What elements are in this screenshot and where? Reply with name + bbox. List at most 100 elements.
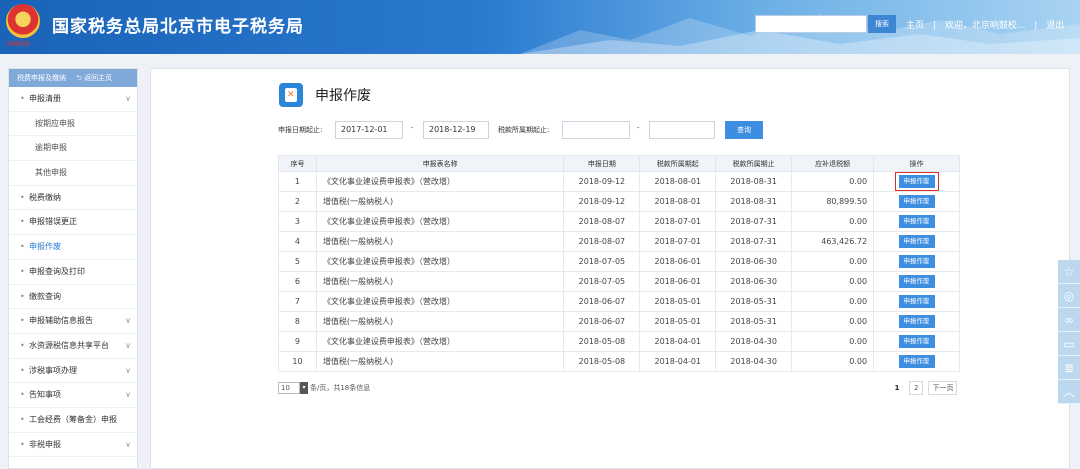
cell-index: 1 [278, 171, 317, 192]
cell-declare-date: 2018-09-12 [563, 171, 641, 192]
bullet-icon: • [20, 242, 25, 252]
period-to-input[interactable] [649, 121, 715, 139]
period-range-label: 税款所属期起止: [498, 126, 550, 134]
chevron-down-icon: ∨ [125, 439, 131, 449]
search-input[interactable] [755, 15, 867, 33]
col-header-amount: 应补退税额 [791, 155, 875, 172]
main-panel: ✕ 申报作废 申报日期起止: 2017-12-01 - 2018-12-19 税… [150, 68, 1070, 469]
cell-form-name: 增值税(一般纳税人) [315, 191, 565, 212]
page-size-control: 10 ▾ 条/页，共18条信息 [278, 382, 370, 394]
sidebar-item-label: 涉税事项办理 [29, 365, 77, 375]
cell-form-name: 《文化事业建设费申报表》（营改增） [315, 211, 565, 232]
bullet-icon: • [20, 192, 25, 202]
void-button[interactable]: 申报作废 [898, 255, 935, 268]
query-button[interactable]: 查询 [725, 121, 763, 139]
cell-index: 8 [278, 311, 317, 332]
sidebar-item-other-declaration[interactable]: 其他申报 [9, 161, 137, 186]
link-icon[interactable]: ∞ [1058, 308, 1080, 332]
document-icon[interactable]: ≣ [1058, 356, 1080, 380]
cell-period-start: 2018-04-01 [639, 351, 717, 372]
cell-index: 7 [278, 291, 317, 312]
void-button[interactable]: 申报作废 [898, 215, 935, 228]
range-dash: - [637, 124, 640, 132]
emblem-caption: 中国税务 [6, 41, 31, 48]
sidebar-item-union-fee[interactable]: • 工会经费（筹备金）申报 [9, 408, 137, 433]
range-dash: - [411, 124, 414, 132]
pager-summary: 条/页，共18条信息 [310, 384, 371, 392]
cell-period-start: 2018-04-01 [639, 331, 717, 352]
sidebar-item-declaration-void[interactable]: • 申报作废 [9, 235, 137, 260]
table-row: 10 增值税(一般纳税人) 2018-05-08 2018-04-01 2018… [278, 351, 960, 372]
star-icon[interactable]: ☆ [1058, 260, 1080, 284]
table-row: 6 增值税(一般纳税人) 2018-07-05 2018-06-01 2018-… [278, 271, 960, 292]
bullet-icon: • [20, 266, 25, 276]
cell-amount: 0.00 [791, 171, 875, 192]
cell-period-end: 2018-05-31 [715, 311, 793, 332]
bullet-icon: • [20, 94, 25, 103]
cell-period-start: 2018-08-01 [639, 171, 717, 192]
period-from-input[interactable] [562, 121, 630, 139]
cell-form-name: 增值税(一般纳税人) [315, 231, 565, 252]
table-row: 8 增值税(一般纳税人) 2018-06-07 2018-05-01 2018-… [278, 311, 960, 332]
void-button[interactable]: 申报作废 [898, 275, 935, 288]
back-home-link[interactable]: ⮌ 返回主页 [76, 74, 112, 82]
cell-declare-date: 2018-07-05 [563, 271, 641, 292]
cell-index: 9 [278, 331, 317, 352]
sidebar-item-tax-payment[interactable]: • 税费缴纳 [9, 186, 137, 211]
chevron-down-icon: ∨ [125, 94, 131, 103]
site-header: 中国税务 国家税务总局北京市电子税务局 搜索 主页 | 欢迎，北京响鼓校... … [0, 0, 1080, 54]
sidebar-item-query-print[interactable]: • 申报查询及打印 [9, 260, 137, 285]
sidebar-item-due-declaration[interactable]: 按期应申报 [9, 112, 137, 137]
dropdown-arrow-icon[interactable]: ▾ [300, 382, 308, 394]
cell-action: 申报作废 [873, 251, 960, 272]
cell-action: 申报作废 [873, 331, 960, 352]
sidebar-item-non-tax[interactable]: • 非税申报 ∨ [9, 433, 137, 458]
chat-icon[interactable]: ◎ [1058, 284, 1080, 308]
sidebar-item-aux-info-report[interactable]: • 申报辅助信息报告 ∨ [9, 309, 137, 334]
sidebar-header: 税费申报及缴纳 ⮌ 返回主页 [9, 69, 137, 87]
void-button[interactable]: 申报作废 [898, 175, 935, 188]
sidebar-item-overdue-declaration[interactable]: 逾期申报 [9, 136, 137, 162]
next-page-button[interactable]: 下一页 [928, 381, 958, 395]
bullet-icon: • [20, 316, 25, 326]
void-button[interactable]: 申报作废 [898, 195, 935, 208]
cell-period-end: 2018-07-31 [715, 231, 793, 252]
message-icon[interactable]: ▭ [1058, 332, 1080, 356]
date-to-input[interactable]: 2018-12-19 [423, 121, 489, 139]
home-link[interactable]: 主页 [906, 21, 924, 31]
sidebar-item-notices[interactable]: • 告知事项 ∨ [9, 383, 137, 408]
void-button[interactable]: 申报作废 [898, 235, 935, 248]
page-title: 申报作废 [315, 88, 371, 104]
date-from-input[interactable]: 2017-12-01 [335, 121, 403, 139]
void-button[interactable]: 申报作废 [898, 315, 935, 328]
void-button[interactable]: 申报作废 [898, 335, 935, 348]
col-header-action: 操作 [873, 155, 960, 172]
void-button[interactable]: 申报作废 [898, 355, 935, 368]
back-home-label: 返回主页 [84, 74, 113, 82]
search-button[interactable]: 搜索 [868, 15, 896, 33]
sidebar-item-water-tax-platform[interactable]: • 水资源税信息共享平台 ∨ [9, 334, 137, 359]
cell-action: 申报作废 [873, 171, 960, 192]
sidebar-item-payment-query[interactable]: • 缴款查询 [9, 285, 137, 310]
logout-link[interactable]: 退出 [1046, 21, 1064, 31]
cell-period-start: 2018-07-01 [639, 211, 717, 232]
welcome-user[interactable]: 欢迎，北京响鼓校... [945, 21, 1026, 31]
page-2-button[interactable]: 2 [909, 381, 924, 395]
cell-period-start: 2018-06-01 [639, 251, 717, 272]
chevron-down-icon: ∨ [125, 316, 131, 326]
sidebar-item-label: 水资源税信息共享平台 [29, 340, 109, 350]
sidebar-item-tax-matters[interactable]: • 涉税事项办理 ∨ [9, 359, 137, 384]
sidebar-item-label: 非税申报 [29, 439, 61, 449]
cell-amount: 0.00 [791, 271, 875, 292]
bullet-icon: • [20, 439, 25, 449]
page-size-select[interactable]: 10 [278, 382, 300, 394]
table-row: 4 增值税(一般纳税人) 2018-08-07 2018-07-01 2018-… [278, 231, 960, 252]
cell-period-start: 2018-06-01 [639, 271, 717, 292]
page-1-button[interactable]: 1 [890, 382, 904, 396]
top-links: 主页 | 欢迎，北京响鼓校... | 退出 [903, 18, 1067, 31]
up-arrow-icon[interactable]: ︿ [1058, 380, 1080, 404]
sidebar-item-error-correction[interactable]: • 申报错误更正 [9, 210, 137, 236]
sidebar-item-declaration-list[interactable]: • 申报清册 ∨ [9, 87, 137, 112]
void-button[interactable]: 申报作废 [898, 295, 935, 308]
table-row: 5 《文化事业建设费申报表》（营改增） 2018-07-05 2018-06-0… [278, 251, 960, 272]
